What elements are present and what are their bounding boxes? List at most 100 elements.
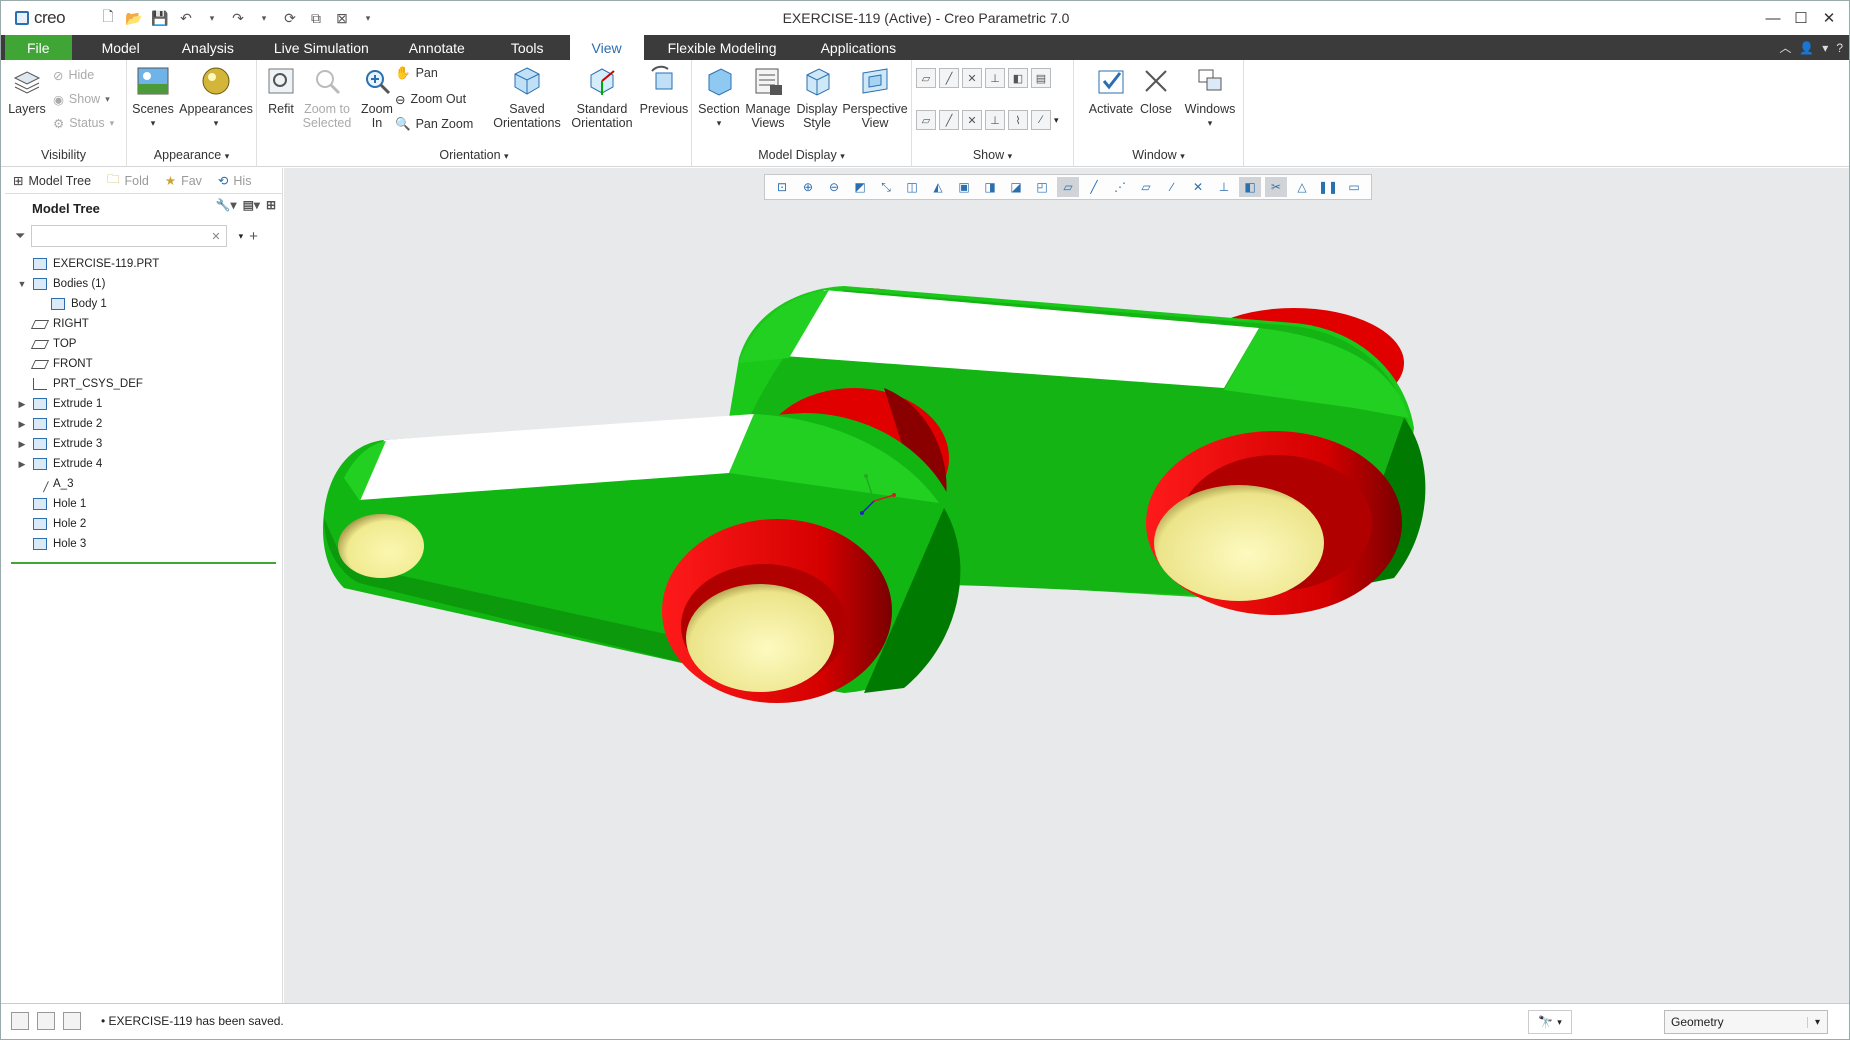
expand-toggle-icon[interactable]: ▶ bbox=[15, 459, 29, 470]
tab-folder-browser[interactable]: 🗀 Fold bbox=[107, 170, 149, 191]
tab-model[interactable]: Model bbox=[72, 35, 162, 60]
maximize-icon[interactable]: ☐ bbox=[1787, 1, 1815, 35]
toggle-navigator-icon[interactable] bbox=[11, 1012, 29, 1030]
tree-item[interactable]: Body 1 bbox=[5, 294, 282, 314]
customize-qat-icon[interactable]: ▾ bbox=[357, 7, 379, 29]
tree-item[interactable]: Hole 3 bbox=[5, 534, 282, 554]
show-button[interactable]: ◉ Show ▾ bbox=[53, 89, 110, 109]
zoom-in-button[interactable]: Zoom In bbox=[355, 64, 399, 130]
tree-item[interactable]: ▼ Bodies (1) bbox=[5, 274, 282, 294]
tree-item[interactable]: TOP bbox=[5, 334, 282, 354]
tab-flexible-modeling[interactable]: Flexible Modeling bbox=[644, 35, 801, 60]
tab-applications[interactable]: Applications bbox=[801, 35, 917, 60]
pan-button[interactable]: ✋ Pan bbox=[395, 63, 438, 83]
close-window-button[interactable]: Close bbox=[1134, 64, 1178, 116]
expand-toggle-icon[interactable]: ▶ bbox=[15, 439, 29, 450]
plane-tag-icon[interactable]: ▱ bbox=[916, 110, 936, 130]
redo-dropdown-icon[interactable]: ▾ bbox=[253, 7, 275, 29]
point-tag-icon[interactable]: ✕ bbox=[962, 110, 982, 130]
undo-dropdown-icon[interactable]: ▾ bbox=[201, 7, 223, 29]
new-file-icon[interactable]: 🗋 bbox=[97, 7, 119, 29]
point-display-icon[interactable]: ✕ bbox=[962, 68, 982, 88]
tree-item[interactable]: ▶ Extrude 2 bbox=[5, 414, 282, 434]
help-icon[interactable]: ? bbox=[1836, 41, 1843, 55]
tab-file[interactable]: File bbox=[5, 35, 72, 60]
tree-item[interactable]: ▶ Extrude 1 bbox=[5, 394, 282, 414]
csys-tag-icon[interactable]: ⊥ bbox=[985, 110, 1005, 130]
regenerate-icon[interactable]: ⟳ bbox=[279, 7, 301, 29]
group-label-appearance[interactable]: Appearance ▾ bbox=[127, 148, 256, 162]
3d-notes-icon[interactable]: ⌇ bbox=[1008, 110, 1028, 130]
tree-item[interactable]: Hole 2 bbox=[5, 514, 282, 534]
tree-columns-icon[interactable]: ▤▾ bbox=[243, 198, 260, 212]
group-label-orientation[interactable]: Orientation ▾ bbox=[257, 148, 691, 162]
tab-live-simulation[interactable]: Live Simulation bbox=[254, 35, 389, 60]
undo-icon[interactable]: ↶ bbox=[175, 7, 197, 29]
minimize-ribbon-icon[interactable]: ︿ bbox=[1779, 39, 1791, 56]
tree-item[interactable]: ▶ Extrude 3 bbox=[5, 434, 282, 454]
clear-search-icon[interactable]: ✕ bbox=[211, 230, 220, 243]
tree-item[interactable]: Hole 1 bbox=[5, 494, 282, 514]
tab-model-tree[interactable]: ⊞ Model Tree bbox=[13, 173, 91, 189]
tab-history[interactable]: ⟲ His bbox=[218, 173, 252, 189]
model-tree-search-input[interactable] bbox=[31, 225, 228, 247]
insert-indicator[interactable] bbox=[11, 562, 276, 564]
section-button[interactable]: Section ▾ bbox=[696, 64, 742, 130]
find-button[interactable]: 🔭 ▾ bbox=[1528, 1010, 1572, 1034]
tab-tools[interactable]: Tools bbox=[485, 35, 570, 60]
close-icon[interactable]: ✕ bbox=[1815, 1, 1843, 35]
tab-analysis[interactable]: Analysis bbox=[162, 35, 254, 60]
tree-item[interactable]: RIGHT bbox=[5, 314, 282, 334]
standard-orientation-button[interactable]: Standard Orientation bbox=[567, 64, 637, 130]
plane-display-icon[interactable]: ▱ bbox=[916, 68, 936, 88]
annotation-display-icon[interactable]: ▤ bbox=[1031, 68, 1051, 88]
layers-button[interactable]: Layers bbox=[7, 64, 47, 116]
tree-filter-display-icon[interactable]: ⊞ bbox=[266, 198, 276, 212]
selection-filter[interactable]: Geometry ▾ bbox=[1664, 1010, 1828, 1034]
full-screen-icon[interactable] bbox=[63, 1012, 81, 1030]
minimize-icon[interactable]: — bbox=[1759, 1, 1787, 35]
pan-zoom-button[interactable]: 🔍 Pan Zoom bbox=[395, 114, 473, 134]
curve-display-icon[interactable]: ∕ bbox=[1031, 110, 1051, 130]
zoom-to-selected-button[interactable]: Zoom to Selected bbox=[299, 64, 355, 130]
expand-toggle-icon[interactable]: ▼ bbox=[15, 279, 29, 289]
tree-item[interactable]: PRT_CSYS_DEF bbox=[5, 374, 282, 394]
saved-orientations-button[interactable]: Saved Orientations bbox=[487, 64, 567, 130]
hide-button[interactable]: ⊘ Hide bbox=[53, 65, 94, 85]
group-label-window[interactable]: Window ▾ bbox=[1074, 148, 1243, 162]
tree-item[interactable]: EXERCISE-119.PRT bbox=[5, 254, 282, 274]
group-label-show[interactable]: Show ▾ bbox=[912, 148, 1073, 162]
expand-toggle-icon[interactable]: ▶ bbox=[15, 399, 29, 410]
close-window-icon[interactable]: ⊠ bbox=[331, 7, 353, 29]
spin-center-icon[interactable]: ◧ bbox=[1008, 68, 1028, 88]
appearances-button[interactable]: Appearances ▾ bbox=[177, 64, 255, 130]
tree-item[interactable]: FRONT bbox=[5, 354, 282, 374]
redo-icon[interactable]: ↷ bbox=[227, 7, 249, 29]
tree-item[interactable]: A_3 bbox=[5, 474, 282, 494]
refit-button[interactable]: Refit bbox=[261, 64, 301, 116]
settings-dropdown-icon[interactable]: ▾ bbox=[1822, 41, 1828, 55]
axis-tag-icon[interactable]: ╱ bbox=[939, 110, 959, 130]
group-label-model-display[interactable]: Model Display ▾ bbox=[692, 148, 911, 162]
filter-icon[interactable]: ⏷ bbox=[15, 228, 25, 244]
user-icon[interactable]: 👤 bbox=[1799, 41, 1814, 55]
show-more-dropdown-icon[interactable]: ▾ bbox=[1054, 110, 1059, 130]
display-style-button[interactable]: Display Style bbox=[794, 64, 840, 130]
search-dropdown-icon[interactable]: ▾ bbox=[239, 231, 244, 242]
perspective-view-button[interactable]: Perspective View bbox=[842, 64, 908, 130]
tree-settings-icon[interactable]: 🔧▾ bbox=[216, 198, 237, 212]
tab-annotate[interactable]: Annotate bbox=[389, 35, 485, 60]
windows-button[interactable]: Windows ▾ bbox=[1182, 64, 1238, 130]
previous-button[interactable]: Previous bbox=[637, 64, 691, 116]
axis-display-icon[interactable]: ╱ bbox=[939, 68, 959, 88]
activate-button[interactable]: Activate bbox=[1086, 64, 1136, 116]
manage-views-button[interactable]: Manage Views bbox=[744, 64, 792, 130]
tree-item[interactable]: ▶ Extrude 4 bbox=[5, 454, 282, 474]
zoom-out-button[interactable]: ⊖ Zoom Out bbox=[395, 89, 466, 109]
graphics-area[interactable]: ⊡ ⊕ ⊖ ◩ ⤡ ◫ ◭ ▣ ◨ ◪ ◰ ▱ ╱ ⋰ ▱ ∕ ✕ ⊥ ◧ ✂ … bbox=[284, 168, 1849, 1003]
scenes-button[interactable]: Scenes ▾ bbox=[132, 64, 174, 130]
save-icon[interactable]: 💾 bbox=[149, 7, 171, 29]
status-button[interactable]: ⚙ Status ▾ bbox=[53, 113, 114, 133]
open-file-icon[interactable]: 📂 bbox=[123, 7, 145, 29]
add-filter-icon[interactable]: + bbox=[249, 228, 258, 245]
